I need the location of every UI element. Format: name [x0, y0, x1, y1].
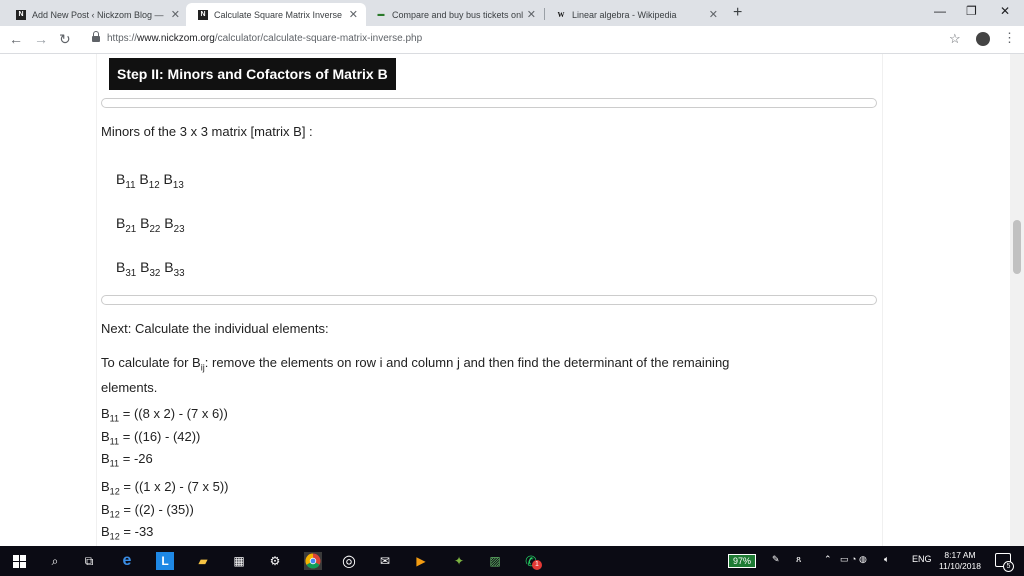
calc-line: B11 = ((16) - (42))	[101, 428, 201, 447]
minors-intro: Minors of the 3 x 3 matrix [matrix B] :	[101, 124, 313, 139]
tab-label: Compare and buy bus tickets onl	[392, 9, 524, 20]
chrome-icon[interactable]	[304, 552, 322, 570]
matrix-element: B13	[163, 171, 184, 191]
url-path: /calculator/calculate-square-matrix-inve…	[214, 33, 423, 44]
whatsapp-badge: 1	[532, 560, 542, 570]
divider	[101, 295, 877, 305]
calc-line: B12 = -33	[101, 524, 154, 542]
url-scheme: https://	[107, 33, 138, 44]
pen-icon[interactable]: ✎	[772, 554, 780, 565]
notification-count-badge: 5	[1003, 561, 1014, 572]
reload-icon[interactable]: ↻	[59, 31, 71, 48]
tab-linear-algebra-wikipedia[interactable]: W Linear algebra - Wikipedia ✕	[544, 3, 726, 26]
howto-text: To calculate for Bij: remove the element…	[101, 355, 730, 395]
close-icon[interactable]: ✕	[171, 8, 180, 21]
restore-icon[interactable]: ❐	[966, 4, 977, 18]
page-scrollbar[interactable]	[1010, 54, 1024, 546]
matrix-row-2: B21 B22 B23	[116, 215, 185, 235]
nickzom-icon: N	[16, 9, 26, 20]
calc-line: B11 = -26	[101, 451, 153, 469]
address-bar[interactable]: https://www.nickzom.org/calculator/calcu…	[107, 33, 422, 44]
target-app-icon[interactable]: ◎	[340, 552, 358, 570]
next-step-text: Next: Calculate the individual elements:	[101, 321, 329, 336]
new-tab-button[interactable]: +	[733, 4, 742, 22]
matrix-element: B21	[116, 215, 137, 235]
tab-label: Calculate Square Matrix Inverse	[214, 9, 343, 20]
forward-arrow-icon[interactable]: →	[34, 31, 48, 47]
app-l-icon[interactable]: L	[156, 552, 174, 570]
minimize-icon[interactable]: —	[934, 4, 946, 18]
chevron-up-icon[interactable]: ⌃	[824, 554, 832, 565]
windows-taskbar: ⌕ ⧉ e L ▰ ▦ ⚙ ◎ ✉ ▶ ✦ ▨ ✆ 1 97% ✎ ጸ ⌃ ▭ …	[0, 546, 1024, 576]
close-icon[interactable]: ✕	[709, 8, 718, 21]
task-view-icon[interactable]: ⧉	[80, 552, 98, 570]
language-indicator[interactable]: ENG	[912, 554, 932, 564]
taskbar-clock[interactable]: 8:17 AM 11/10/2018	[934, 550, 986, 572]
matrix-element: B11	[116, 171, 136, 191]
chrome-logo-icon	[305, 553, 321, 569]
matrix-element: B22	[140, 215, 161, 235]
divider	[101, 98, 877, 108]
clock-time: 8:17 AM	[944, 550, 976, 560]
tab-bus-tickets[interactable]: ▬ Compare and buy bus tickets onl ✕	[364, 3, 544, 26]
browser-toolbar: ← → ↻ https://www.nickzom.org/calculator…	[0, 26, 1024, 54]
mail-icon[interactable]: ✉	[376, 552, 394, 570]
matrix-element: B31	[116, 259, 137, 279]
window-close-icon[interactable]: ✕	[1000, 4, 1010, 18]
matrix-element: B23	[164, 215, 185, 235]
media-player-icon[interactable]: ▶	[412, 552, 430, 570]
close-icon[interactable]: ✕	[349, 8, 358, 21]
file-explorer-icon[interactable]: ▰	[194, 552, 212, 570]
calc-line: B11 = ((8 x 2) - (7 x 6))	[101, 406, 228, 424]
bookmark-star-icon[interactable]: ☆	[949, 31, 961, 47]
close-icon[interactable]: ✕	[527, 8, 536, 21]
calc-line: B12 = ((1 x 2) - (7 x 5))	[101, 479, 229, 497]
matrix-element: B12	[139, 171, 160, 191]
content-column: Step II: Minors and Cofactors of Matrix …	[97, 54, 882, 546]
edge-browser-icon[interactable]: e	[118, 552, 136, 570]
step-title: Step II: Minors and Cofactors of Matrix …	[109, 58, 396, 90]
calc-block-b11: B11 = ((8 x 2) - (7 x 6)) B11 = ((16) - …	[101, 405, 228, 473]
tab-add-new-post[interactable]: N Add New Post ‹ Nickzom Blog — ✕	[4, 3, 188, 26]
kebab-menu-icon[interactable]: ⋮	[1003, 30, 1016, 46]
nickzom-icon: N	[198, 9, 208, 20]
page-viewport: Step II: Minors and Cofactors of Matrix …	[0, 54, 1024, 546]
matrix-row-3: B31 B32 B33	[116, 259, 185, 279]
calculator-icon[interactable]: ▦	[230, 552, 248, 570]
tab-calculate-square-matrix-inverse[interactable]: N Calculate Square Matrix Inverse ✕	[186, 3, 366, 26]
extension-icon[interactable]	[976, 32, 990, 46]
matrix-element: B32	[140, 259, 161, 279]
tab-strip: N Add New Post ‹ Nickzom Blog — ✕ N Calc…	[0, 0, 1024, 26]
bus-icon: ▬	[377, 11, 385, 18]
url-host: www.nickzom.org	[137, 33, 215, 44]
matrix-element: B33	[164, 259, 185, 279]
wikipedia-icon: W	[557, 10, 565, 19]
matrix-row-1: B11 B12 B13	[116, 171, 184, 191]
clock-date: 11/10/2018	[939, 561, 981, 571]
battery-indicator[interactable]: 97%	[728, 554, 757, 568]
back-arrow-icon[interactable]: ←	[9, 31, 23, 47]
tab-label: Linear algebra - Wikipedia	[572, 9, 677, 20]
tab-label: Add New Post ‹ Nickzom Blog —	[32, 9, 164, 20]
search-icon[interactable]: ⌕	[46, 552, 64, 570]
people-icon[interactable]: ጸ	[796, 554, 801, 565]
calc-line: B12 = ((2) - (35))	[101, 501, 194, 520]
lock-icon	[92, 31, 100, 43]
android-studio-icon[interactable]: ✦	[450, 552, 468, 570]
image-app-icon[interactable]: ▨	[486, 552, 504, 570]
scrollbar-thumb[interactable]	[1013, 220, 1021, 274]
settings-gear-icon[interactable]: ⚙	[266, 552, 284, 570]
calc-block-b12: B12 = ((1 x 2) - (7 x 5)) B12 = ((2) - (…	[101, 478, 229, 546]
volume-icon[interactable]: 🔈︎	[884, 554, 889, 565]
tray-icons[interactable]: ▭ ◔ ◍	[840, 554, 867, 565]
windows-start-icon[interactable]	[10, 552, 28, 570]
